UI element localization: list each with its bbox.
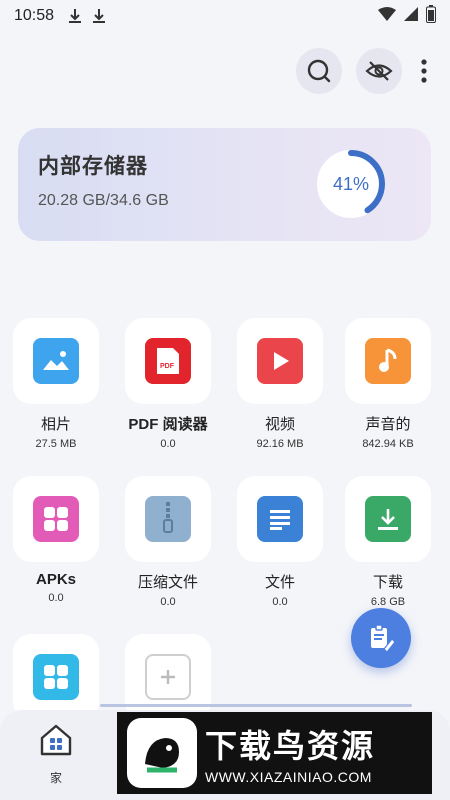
zip-icon [145,496,191,542]
watermark-brand: 下载鸟资源 [205,728,376,764]
category-size: 0.0 [160,438,176,450]
category-size: 27.5 MB [35,438,77,450]
status-time: 10:58 [14,7,55,24]
add-category-button[interactable] [118,634,218,720]
more-vert-icon [421,59,427,83]
category-size: 842.94 KB [362,438,414,450]
download-icon [92,8,106,24]
hide-button[interactable] [356,48,402,94]
pdf-icon: PDF [145,338,191,384]
battery-icon [426,4,436,28]
apps-icon [33,654,79,700]
download-icon [365,496,411,542]
home-icon [40,724,72,756]
category-size: 0.0 [272,596,288,608]
category-label: 视频 [264,416,295,433]
category-label: 相片 [40,416,71,433]
svg-text:PDF: PDF [160,363,175,370]
image-icon [33,338,79,384]
watermark-url: WWW.XIAZAINIAO.COM [205,769,372,785]
category-label: PDF 阅读器 [128,416,208,433]
category-audio[interactable]: 声音的 842.94 KB [338,318,438,450]
wifi-icon [378,6,396,26]
add-icon [145,654,191,700]
top-actions [296,48,432,94]
category-photos[interactable]: 相片 27.5 MB [6,318,106,450]
category-label: 文件 [264,574,295,591]
document-icon [257,496,303,542]
category-size: 0.0 [160,596,176,608]
download-icon [68,8,82,24]
category-size: 0.0 [48,592,64,604]
nav-home-label: 家 [49,771,62,785]
clean-button[interactable] [351,608,411,668]
search-button[interactable] [296,48,342,94]
category-zip[interactable]: 压缩文件 0.0 [118,476,218,608]
category-documents[interactable]: 文件 0.0 [230,476,330,608]
storage-percent: 41% [332,173,370,194]
scroll-indicator [100,704,412,707]
apps-icon [33,496,79,542]
more-button[interactable] [416,48,432,94]
category-label: APKs [35,571,76,588]
category-label: 声音的 [365,416,411,433]
status-bar: 10:58 [0,0,450,32]
play-icon [257,338,303,384]
watermark-banner: 下载鸟资源 WWW.XIAZAINIAO.COM [117,712,432,794]
storage-card[interactable]: 内部存储器 20.28 GB/34.6 GB 41% [18,128,431,241]
category-downloads[interactable]: 下载 6.8 GB [338,476,438,608]
music-note-icon [365,338,411,384]
category-label: 下载 [372,574,403,591]
category-apps[interactable] [6,634,106,720]
clipboard-edit-icon [371,624,396,653]
category-size: 6.8 GB [370,596,406,608]
category-label: 压缩文件 [137,574,198,591]
bird-logo-icon [127,718,197,788]
nav-home[interactable]: 家 [36,722,76,786]
category-apks[interactable]: APKs 0.0 [6,476,106,604]
search-icon [307,59,331,83]
category-pdf[interactable]: PDF PDF 阅读器 0.0 [118,318,218,450]
eye-off-icon [365,61,393,81]
category-video[interactable]: 视频 92.16 MB [230,318,330,450]
signal-icon [404,6,418,26]
category-size: 92.16 MB [256,438,304,450]
